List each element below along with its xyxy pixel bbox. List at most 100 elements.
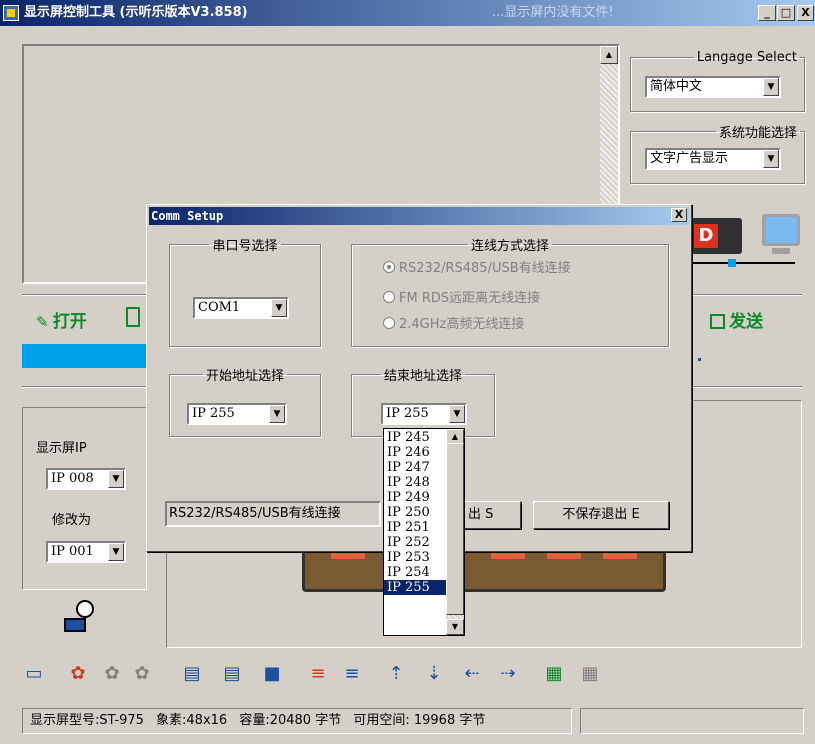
computer-icon (762, 214, 800, 246)
minimize-button[interactable]: _ (758, 5, 776, 21)
change-to-label: 修改为 (52, 513, 92, 528)
change-to-select[interactable]: IP 001 ▼ (46, 541, 126, 563)
effect-icon[interactable]: ✿ (64, 661, 92, 687)
status-pixel: 象素:48x16 (156, 713, 228, 728)
arrow-right-icon[interactable]: ⇢ (494, 661, 522, 687)
end-address-select[interactable]: IP 255 ▼ (381, 403, 467, 425)
language-select[interactable]: 简体中文 ▼ (645, 76, 781, 98)
open-button[interactable]: ✎ 打开 (36, 307, 87, 332)
image-icon[interactable]: ▤ (218, 661, 246, 687)
chevron-down-icon[interactable]: ▼ (108, 543, 124, 561)
list-item[interactable]: IP 245 (384, 430, 446, 445)
conn-option-label: FM RDS远距离无线连接 (399, 291, 541, 306)
list-item[interactable]: IP 246 (384, 445, 446, 460)
nosave-exit-button[interactable]: 不保存退出 E (533, 501, 669, 529)
cable-line (690, 262, 795, 264)
list-item[interactable]: IP 247 (384, 460, 446, 475)
chevron-down-icon[interactable]: ▼ (449, 405, 465, 423)
start-address-group: 开始地址选择 (169, 365, 321, 437)
cable-node (728, 259, 736, 267)
align-center-icon[interactable]: ≡ (304, 661, 332, 687)
end-address-dropdown[interactable]: IP 245 IP 246 IP 247 IP 248 IP 249 IP 25… (383, 428, 465, 636)
list-item[interactable]: IP 253 (384, 550, 446, 565)
start-value: IP 255 (192, 406, 235, 421)
dialog-title: Comm Setup (151, 209, 224, 223)
display-ip-value: IP 008 (51, 471, 94, 486)
maximize-button[interactable]: □ (777, 5, 795, 21)
list-item[interactable]: IP 250 (384, 505, 446, 520)
scroll-down-icon[interactable]: ▼ (446, 619, 464, 635)
language-legend: Langage Select (696, 50, 797, 65)
display-ip-select[interactable]: IP 008 ▼ (46, 468, 126, 490)
status-free: 可用空间: 19968 字节 (353, 713, 486, 728)
serial-legend: 串口号选择 (212, 239, 278, 254)
hardware-icon[interactable]: ▭ (20, 661, 48, 687)
computer-stand (772, 248, 790, 254)
conn-option-wired[interactable]: RS232/RS485/USB有线连接 (383, 257, 571, 276)
list-item-selected[interactable]: IP 255 (384, 580, 446, 595)
chevron-down-icon[interactable]: ▼ (271, 299, 287, 317)
conn-option-fm[interactable]: FM RDS远距离无线连接 (383, 287, 540, 306)
list-item[interactable]: IP 252 (384, 535, 446, 550)
list-item[interactable]: IP 254 (384, 565, 446, 580)
led-letter: D (694, 224, 718, 248)
dropdown-items: IP 245 IP 246 IP 247 IP 248 IP 249 IP 25… (384, 430, 446, 595)
serial-port-select[interactable]: COM1 ▼ (193, 297, 289, 319)
function-value: 文字广告显示 (650, 151, 729, 166)
arrow-left-icon[interactable]: ⇠ (458, 661, 486, 687)
serial-port-group: 串口号选择 (169, 235, 321, 347)
conn-legend: 连线方式选择 (470, 239, 549, 254)
gif-icon[interactable]: ▦ (540, 661, 568, 687)
mascot-icon[interactable] (60, 600, 100, 636)
window-title: 显示屏控制工具 (示听乐版本V3.858) (24, 5, 248, 20)
dialog-status-field: RS232/RS485/USB有线连接 (165, 501, 381, 527)
function-select[interactable]: 文字广告显示 ▼ (645, 148, 781, 170)
end-legend: 结束地址选择 (383, 369, 462, 384)
title-bar: 显示屏控制工具 (示听乐版本V3.858) ...显示屏内没有文件! _ □ X (0, 0, 815, 26)
radio-icon[interactable] (383, 291, 395, 303)
bmp-icon[interactable]: ▦ (576, 661, 604, 687)
start-address-select[interactable]: IP 255 ▼ (187, 403, 287, 425)
chevron-down-icon[interactable]: ▼ (269, 405, 285, 423)
status-model: 显示屏型号:ST-975 (30, 713, 144, 728)
list-item[interactable]: IP 251 (384, 520, 446, 535)
conn-option-24ghz[interactable]: 2.4GHz高频无线连接 (383, 313, 524, 332)
chevron-down-icon[interactable]: ▼ (763, 150, 779, 168)
app-icon (3, 5, 19, 21)
end-address-group: 结束地址选择 (351, 365, 495, 437)
progress-dot (698, 358, 701, 361)
close-button[interactable]: X (797, 5, 814, 21)
radio-icon[interactable] (383, 317, 395, 329)
image-icon[interactable]: ▤ (178, 661, 206, 687)
align-justify-icon[interactable]: ≡ (338, 661, 366, 687)
list-item[interactable]: IP 248 (384, 475, 446, 490)
chevron-down-icon[interactable]: ▼ (763, 78, 779, 96)
conn-option-label: 2.4GHz高频无线连接 (399, 317, 525, 332)
window-subtitle: ...显示屏内没有文件! (492, 5, 614, 20)
list-item[interactable]: IP 249 (384, 490, 446, 505)
scroll-thumb[interactable] (446, 443, 464, 615)
status-bar: 显示屏型号:ST-975 象素:48x16 容量:20480 字节 可用空间: … (22, 708, 572, 734)
arrow-up-icon[interactable]: ⇡ (382, 661, 410, 687)
chevron-down-icon[interactable]: ▼ (108, 470, 124, 488)
send-label: 发送 (729, 312, 764, 332)
effect-icon[interactable]: ✿ (128, 661, 156, 687)
dialog-close-button[interactable]: X (671, 208, 687, 222)
led-sign-icon: D (690, 218, 742, 254)
arrow-down-icon[interactable]: ⇣ (420, 661, 448, 687)
color-block-icon[interactable]: ■ (258, 661, 286, 687)
open-label: 打开 (52, 312, 87, 332)
send-button[interactable]: 发送 (710, 307, 763, 332)
scroll-up-icon[interactable]: ▲ (600, 46, 618, 64)
dialog-title-bar: Comm Setup X (149, 207, 689, 225)
function-legend: 系统功能选择 (718, 126, 797, 141)
status-capacity: 容量:20480 字节 (239, 713, 342, 728)
status-bar-secondary (580, 708, 804, 734)
effect-icon[interactable]: ✿ (98, 661, 126, 687)
progress-bar (22, 344, 147, 368)
conn-option-label: RS232/RS485/USB有线连接 (399, 261, 571, 276)
serial-value: COM1 (198, 300, 241, 315)
radio-icon[interactable] (383, 261, 395, 273)
document-icon[interactable] (126, 307, 140, 327)
send-icon (710, 314, 725, 329)
